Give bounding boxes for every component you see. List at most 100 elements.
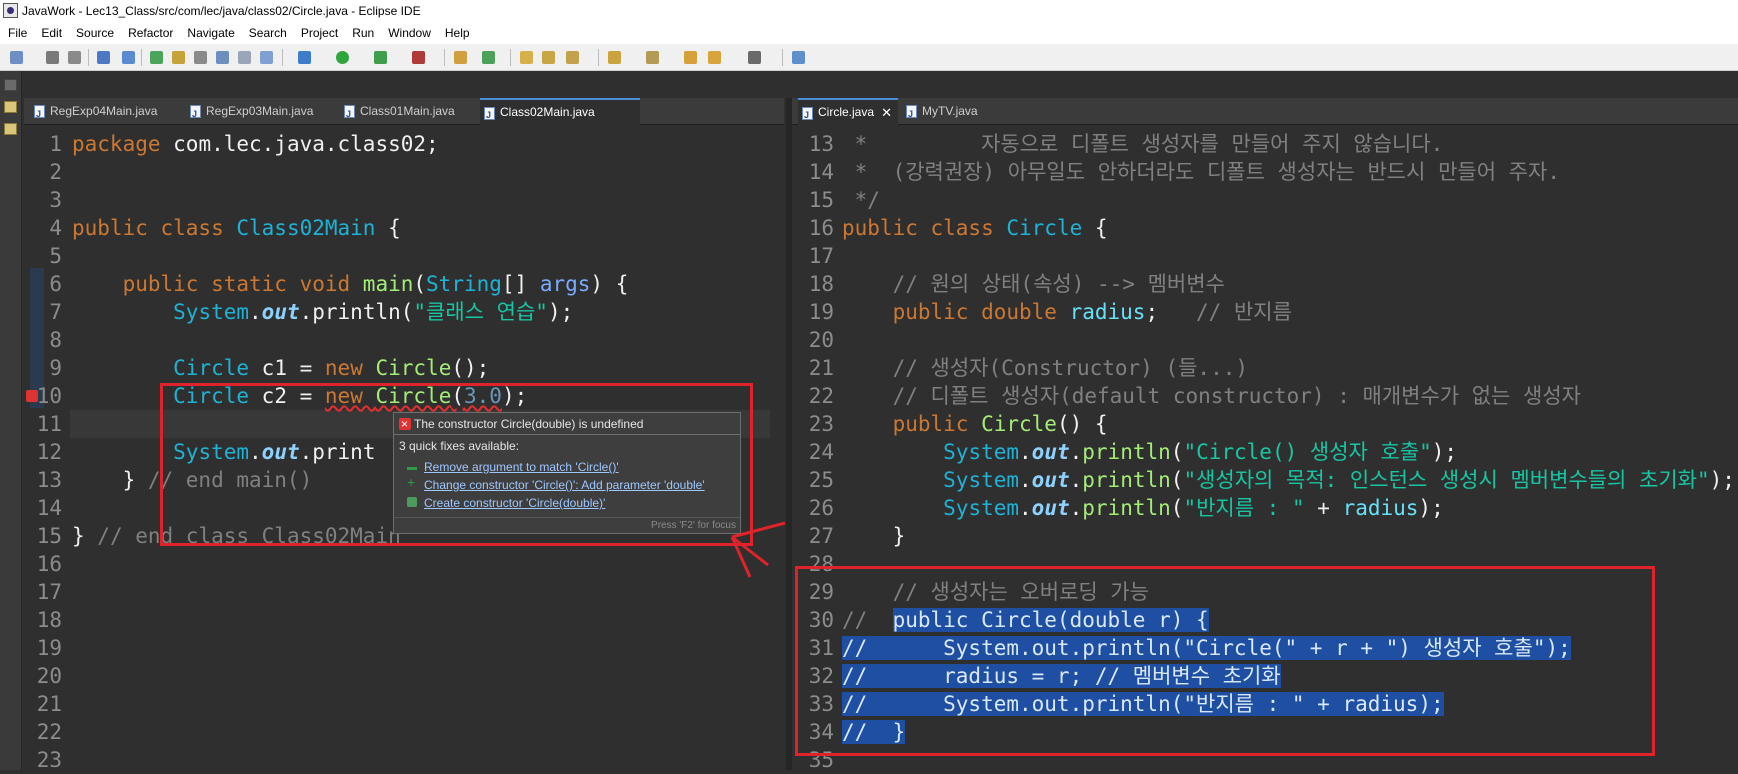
tab-mytv[interactable]: MyTV.java [902,98,992,128]
code-token: .print [299,440,376,464]
outline-icon[interactable] [4,123,17,135]
code-token: ( [1170,496,1184,520]
menu-run[interactable]: Run [345,22,381,44]
code-token: 3.0 [464,384,502,408]
code-token: . [1019,468,1032,492]
code-token: . [1019,440,1032,464]
line-number: 20 [36,664,62,688]
tab-class01main[interactable]: Class01Main.java [340,98,470,128]
block-selection-icon[interactable] [238,51,251,64]
search-icon[interactable] [194,51,207,64]
next-annotation-icon[interactable] [608,51,621,64]
code-token: public Circle(double r) { [892,608,1209,632]
debug-icon[interactable] [298,51,311,64]
new-class-icon[interactable] [482,51,495,64]
console-icon[interactable] [97,51,110,64]
new-icon[interactable] [10,51,23,64]
open-resource-icon[interactable] [542,51,555,64]
save-all-icon[interactable] [68,51,81,64]
code-token: . [249,300,262,324]
package-explorer-icon[interactable] [4,101,17,113]
line-number: 19 [808,300,834,324]
code-line: System.out.print [72,438,375,466]
open-task-icon[interactable] [172,51,185,64]
menu-file[interactable]: File [0,22,34,44]
error-marker-icon[interactable] [26,390,38,402]
code-line: // 디폴트 생성자(default constructor) : 매개변수가 … [842,382,1581,410]
code-token: com.lec.java.class02; [160,132,439,156]
code-line: * (강력권장) 아무일도 안하더라도 디폴트 생성자는 반드시 만들어 주자. [842,158,1560,186]
quick-fix-remove-argument[interactable]: Remove argument to match 'Circle()' [424,459,619,476]
toggle-mark-icon[interactable] [216,51,229,64]
menu-source[interactable]: Source [69,22,121,44]
window-title-bar: JavaWork - Lec13_Class/src/com/lec/java/… [0,0,1738,22]
open-type-icon[interactable] [150,51,163,64]
run-icon[interactable] [336,51,349,64]
code-token: ); [501,384,528,408]
quick-fix-create-constructor[interactable]: Create constructor 'Circle(double)' [424,495,605,512]
save-icon[interactable] [46,51,59,64]
skip-breakpoints-icon[interactable] [122,51,135,64]
line-number: 14 [808,160,834,184]
code-line: Circle c2 = new Circle(3.0); [72,382,527,410]
tab-circle[interactable]: Circle.java✕ [798,98,898,128]
line-number: 13 [36,468,62,492]
restore-icon[interactable] [4,79,17,91]
right-code-editor[interactable]: 13 * 자동으로 디폴트 생성자를 만들어 주지 않습니다. 14 * (강력권… [792,126,1738,772]
back-arrow-icon[interactable] [708,51,721,64]
show-whitespace-icon[interactable] [260,51,273,64]
code-line: public static void main(String[] args) { [72,270,629,298]
menu-help[interactable]: Help [438,22,477,44]
code-token: public static void [122,272,363,296]
code-token: Circle [173,384,250,408]
code-token: out [1031,496,1070,520]
code-token: new [324,384,376,408]
menu-navigate[interactable]: Navigate [180,22,241,44]
code-token: // end class Class02Main [97,524,401,548]
java-file-icon [802,103,813,128]
line-number: 1 [49,132,62,156]
tab-regexp03main[interactable]: RegExp03Main.java [186,98,326,128]
code-token: * 자동으로 디폴트 생성자를 만들어 주지 않습니다. [842,132,1444,156]
coverage-icon[interactable] [412,51,425,64]
menu-edit[interactable]: Edit [34,22,69,44]
close-icon[interactable]: ✕ [881,100,892,125]
tab-regexp04main[interactable]: RegExp04Main.java [30,98,170,128]
code-token: public class [842,216,1007,240]
code-token: . [1069,496,1083,520]
prev-annotation-icon[interactable] [646,51,659,64]
code-line: // 생성자(Constructor) (들...) [842,354,1248,382]
edit-pen-icon[interactable] [566,51,579,64]
last-edit-location-icon[interactable] [684,51,697,64]
forward-arrow-icon[interactable] [748,51,761,64]
code-line: // System.out.println("반지름 : " + radius)… [842,690,1444,718]
code-line: package com.lec.java.class02; [72,130,439,158]
quick-fix-header: The constructor Circle(double) is undefi… [394,413,740,435]
menu-search[interactable]: Search [242,22,294,44]
menu-window[interactable]: Window [381,22,438,44]
code-token: . [1019,496,1032,520]
tab-class02main[interactable]: Class02Main.java [480,98,640,128]
open-folder-icon[interactable] [520,51,533,64]
line-number: 34 [808,720,834,744]
code-token: public class [72,216,237,240]
menu-project[interactable]: Project [294,22,345,44]
line-number: 25 [808,468,834,492]
line-number: 11 [36,412,62,436]
quick-fix-change-constructor[interactable]: Change constructor 'Circle()': Add param… [424,477,705,494]
line-number: 24 [808,440,834,464]
right-editor-pane: 13 * 자동으로 디폴트 생성자를 만들어 주지 않습니다. 14 * (강력권… [792,126,1738,772]
new-java-project-icon[interactable] [454,51,467,64]
perspective-icon[interactable] [792,51,805,64]
right-editor-tabbar: Circle.java✕ MyTV.java [792,98,1738,128]
menu-bar: File Edit Source Refactor Navigate Search Proj… [0,22,1738,44]
code-token: println [1082,468,1171,492]
run-last-tool-icon[interactable] [374,51,387,64]
code-token: ( [1170,468,1184,492]
menu-refactor[interactable]: Refactor [121,22,180,44]
java-file-icon [190,101,201,128]
